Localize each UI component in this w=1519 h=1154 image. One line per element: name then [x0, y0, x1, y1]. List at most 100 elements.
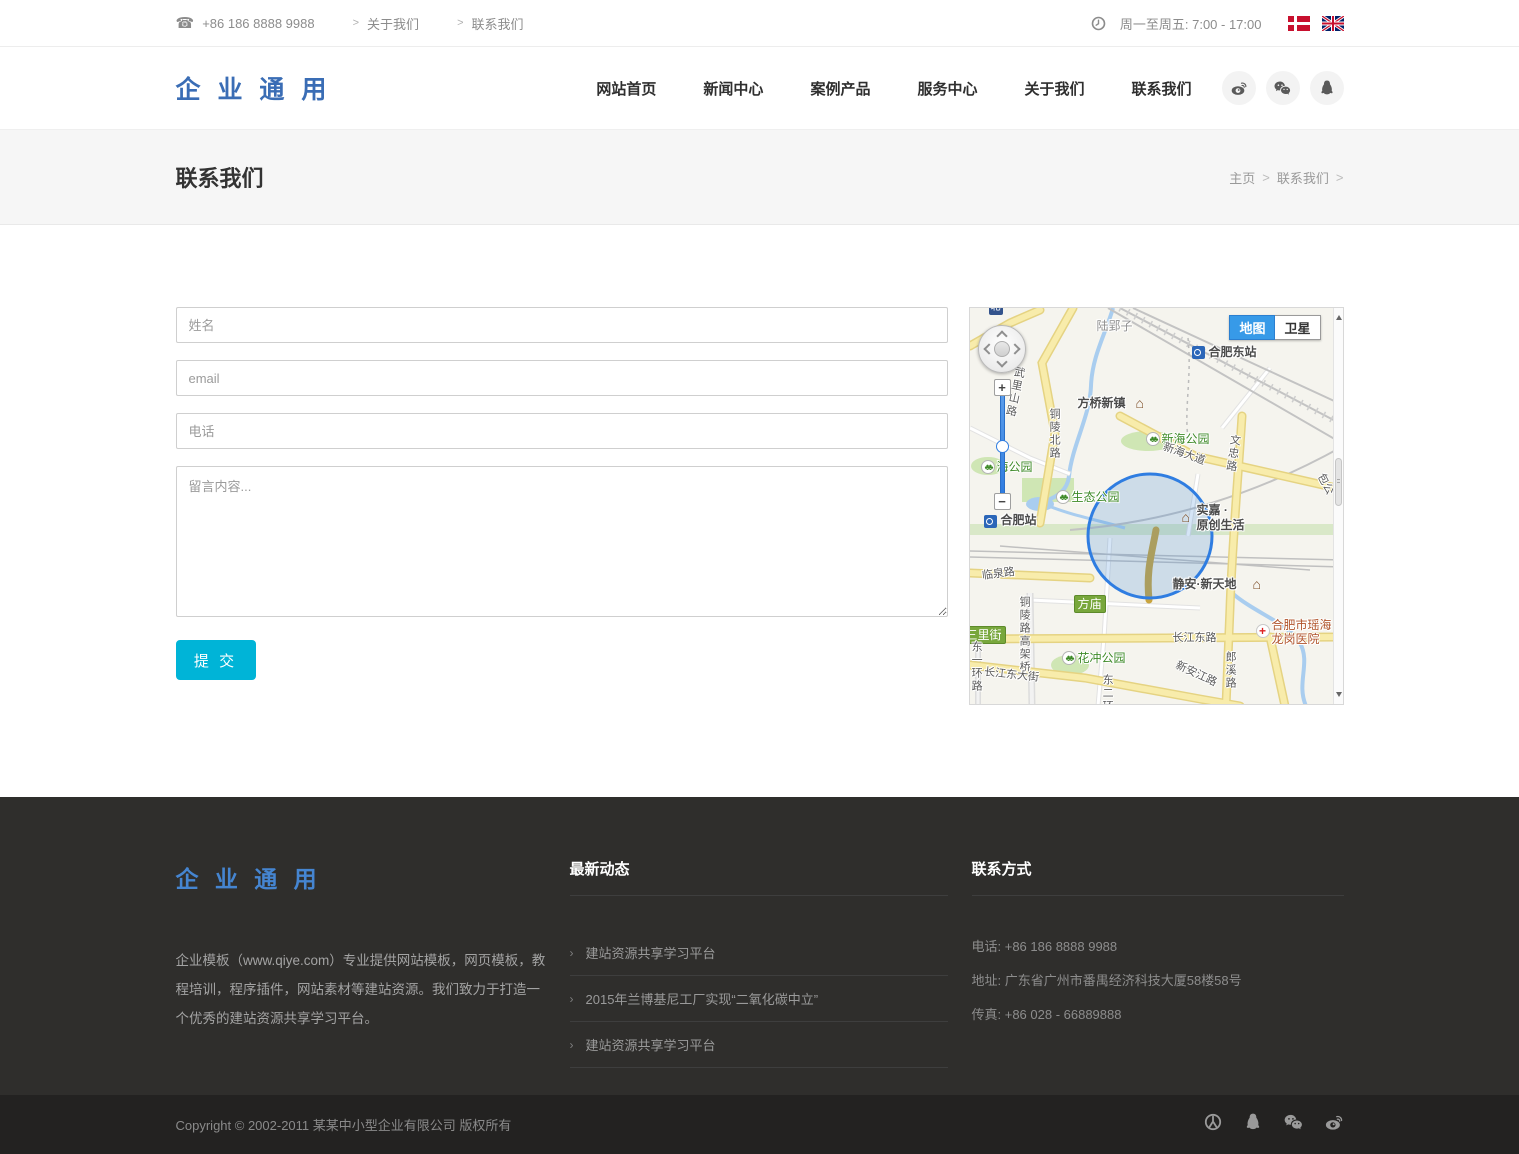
map-label: 陆郢子	[1097, 320, 1133, 334]
footer-news-label: 建站资源共享学习平台	[586, 943, 716, 962]
map-label: 郎溪路	[1224, 651, 1237, 690]
map-type-satellite-button[interactable]: 卫星	[1275, 315, 1320, 340]
footer-news-label: 2015年兰博基尼工厂实现“二氧化碳中立”	[586, 989, 819, 1008]
map-label: 方庙	[1074, 595, 1106, 613]
header: 企 业 通 用 网站首页 新闻中心 案例产品 服务中心 关于我们 联系我们	[0, 47, 1519, 130]
park-icon	[1056, 490, 1070, 504]
message-field[interactable]	[176, 466, 948, 617]
topbar-link-contact[interactable]: 联系我们	[472, 14, 524, 33]
park-icon	[1146, 432, 1160, 446]
weibo-icon[interactable]	[1222, 71, 1256, 105]
map-label: 合肥站	[1001, 514, 1037, 528]
wechat-icon[interactable]	[1266, 71, 1300, 105]
main-nav: 网站首页 新闻中心 案例产品 服务中心 关于我们 联系我们	[596, 78, 1191, 99]
page-title: 联系我们	[176, 161, 264, 193]
pan-down-arrow[interactable]	[996, 356, 1007, 367]
nav-item-products[interactable]: 案例产品	[810, 78, 870, 99]
chevron-right-icon: ›	[570, 1038, 574, 1052]
footer-news-item[interactable]: › 2015年兰博基尼工厂实现“二氧化碳中立”	[570, 976, 948, 1022]
qq-icon[interactable]	[1243, 1112, 1263, 1137]
park-icon	[981, 460, 995, 474]
map-label: 铜陵北路	[1048, 408, 1061, 460]
scroll-down-arrow[interactable]	[1336, 692, 1342, 700]
wechat-icon[interactable]	[1283, 1112, 1304, 1137]
contact-form: 提 交	[176, 307, 948, 680]
name-field[interactable]	[176, 307, 948, 343]
scroll-up-arrow[interactable]	[1336, 312, 1342, 320]
footer-about-text: 企业模板（www.qiye.com）专业提供网站模板，网页模板，教程培训，程序插…	[176, 946, 546, 1033]
topbar: ☎ +86 186 8888 9988 > 关于我们 > 联系我们 周一至周五:…	[0, 0, 1519, 47]
map-label: 实嘉 ·	[1197, 504, 1228, 518]
map-label: 合肥市瑶海	[1272, 619, 1332, 633]
nav-item-service[interactable]: 服务中心	[917, 78, 977, 99]
topbar-hours: 周一至周五: 7:00 - 17:00	[1120, 14, 1262, 33]
flag-uk-icon[interactable]	[1322, 16, 1344, 31]
copyright-text: Copyright © 2002-2011 某某中小型企业有限公司 版权所有	[176, 1115, 512, 1134]
footer-contact-title: 联系方式	[972, 855, 1344, 879]
pan-right-arrow[interactable]	[1009, 343, 1020, 354]
email-field[interactable]	[176, 360, 948, 396]
breadcrumb: 主页 > 联系我们 >	[1229, 168, 1343, 187]
map-label: 原创生活	[1197, 519, 1245, 533]
zoom-in-button[interactable]: +	[994, 379, 1011, 396]
compass-north-label: 北	[989, 307, 1003, 315]
metro-station-icon	[984, 515, 997, 528]
map-label: 铜陵路高架桥	[1018, 596, 1031, 674]
map-label: 长江东路	[1173, 632, 1217, 645]
footer-contact-phone: 电话: +86 186 8888 9988	[972, 930, 1344, 964]
home-poi-icon	[1136, 397, 1144, 409]
chevron-right-icon: ›	[570, 992, 574, 1006]
page-header: 联系我们 主页 > 联系我们 >	[0, 130, 1519, 225]
metro-station-icon	[1192, 346, 1205, 359]
footer-news-label: 建站资源共享学习平台	[586, 1035, 716, 1054]
hospital-icon	[1256, 624, 1270, 638]
footer: 企 业 通 用 企业模板（www.qiye.com）专业提供网站模板，网页模板，…	[0, 797, 1519, 1095]
topbar-phone: ☎ +86 186 8888 9988	[176, 14, 315, 32]
map-label: 东一环路	[970, 641, 983, 693]
map-scrollbar[interactable]	[1333, 308, 1343, 704]
weibo-icon[interactable]	[1324, 1112, 1344, 1137]
map-canvas[interactable]: 陆郢子 合肥东站 方桥新镇 新海公园 海公园 武里山路 铜陵北路 新海大道 文忠…	[969, 307, 1344, 705]
chevron-right-icon: >	[457, 17, 463, 29]
chevron-right-icon: ›	[570, 946, 574, 960]
breadcrumb-home[interactable]: 主页	[1229, 168, 1255, 187]
renren-icon[interactable]	[1203, 1112, 1223, 1137]
footer-logo[interactable]: 企 业 通 用	[176, 860, 546, 894]
divider	[570, 895, 948, 896]
park-icon	[1062, 651, 1076, 665]
chevron-right-icon: >	[353, 17, 359, 29]
phone-icon: ☎	[176, 14, 195, 32]
site-logo[interactable]: 企 业 通 用	[176, 70, 332, 106]
map-type-switch: 地图 卫星	[1229, 315, 1320, 340]
flag-danish-icon[interactable]	[1288, 16, 1310, 31]
breadcrumb-current[interactable]: 联系我们	[1277, 168, 1329, 187]
zoom-out-button[interactable]: −	[994, 493, 1011, 510]
nav-item-contact[interactable]: 联系我们	[1131, 78, 1191, 99]
phone-field[interactable]	[176, 413, 948, 449]
pan-center-knob[interactable]	[994, 341, 1010, 357]
nav-item-news[interactable]: 新闻中心	[703, 78, 763, 99]
footer-news-item[interactable]: › 建站资源共享学习平台	[570, 1022, 948, 1068]
home-poi-icon	[1182, 511, 1190, 523]
map-label: 静安·新天地	[1173, 578, 1237, 592]
footer-contact-fax: 传真: +86 028 - 66889888	[972, 998, 1344, 1032]
map-label: 生态公园	[1072, 491, 1120, 505]
pan-up-arrow[interactable]	[996, 330, 1007, 341]
scroll-thumb[interactable]	[1335, 458, 1342, 506]
nav-item-home[interactable]: 网站首页	[596, 78, 656, 99]
zoom-slider-handle[interactable]	[996, 440, 1009, 453]
clock-icon	[1091, 16, 1106, 31]
map-type-map-button[interactable]: 地图	[1229, 315, 1275, 340]
map-zoom-control: + −	[994, 379, 1011, 510]
submit-button[interactable]: 提 交	[176, 640, 256, 680]
pan-left-arrow[interactable]	[983, 343, 994, 354]
topbar-link-about[interactable]: 关于我们	[367, 14, 419, 33]
breadcrumb-separator: >	[1262, 170, 1270, 185]
map-label: 方桥新镇	[1078, 397, 1126, 411]
map-label: 龙岗医院	[1272, 633, 1320, 647]
footer-news-item[interactable]: › 建站资源共享学习平台	[570, 930, 948, 976]
breadcrumb-separator: >	[1336, 170, 1344, 185]
zoom-slider-track[interactable]	[1000, 396, 1005, 493]
nav-item-about[interactable]: 关于我们	[1024, 78, 1084, 99]
qq-icon[interactable]	[1310, 71, 1344, 105]
